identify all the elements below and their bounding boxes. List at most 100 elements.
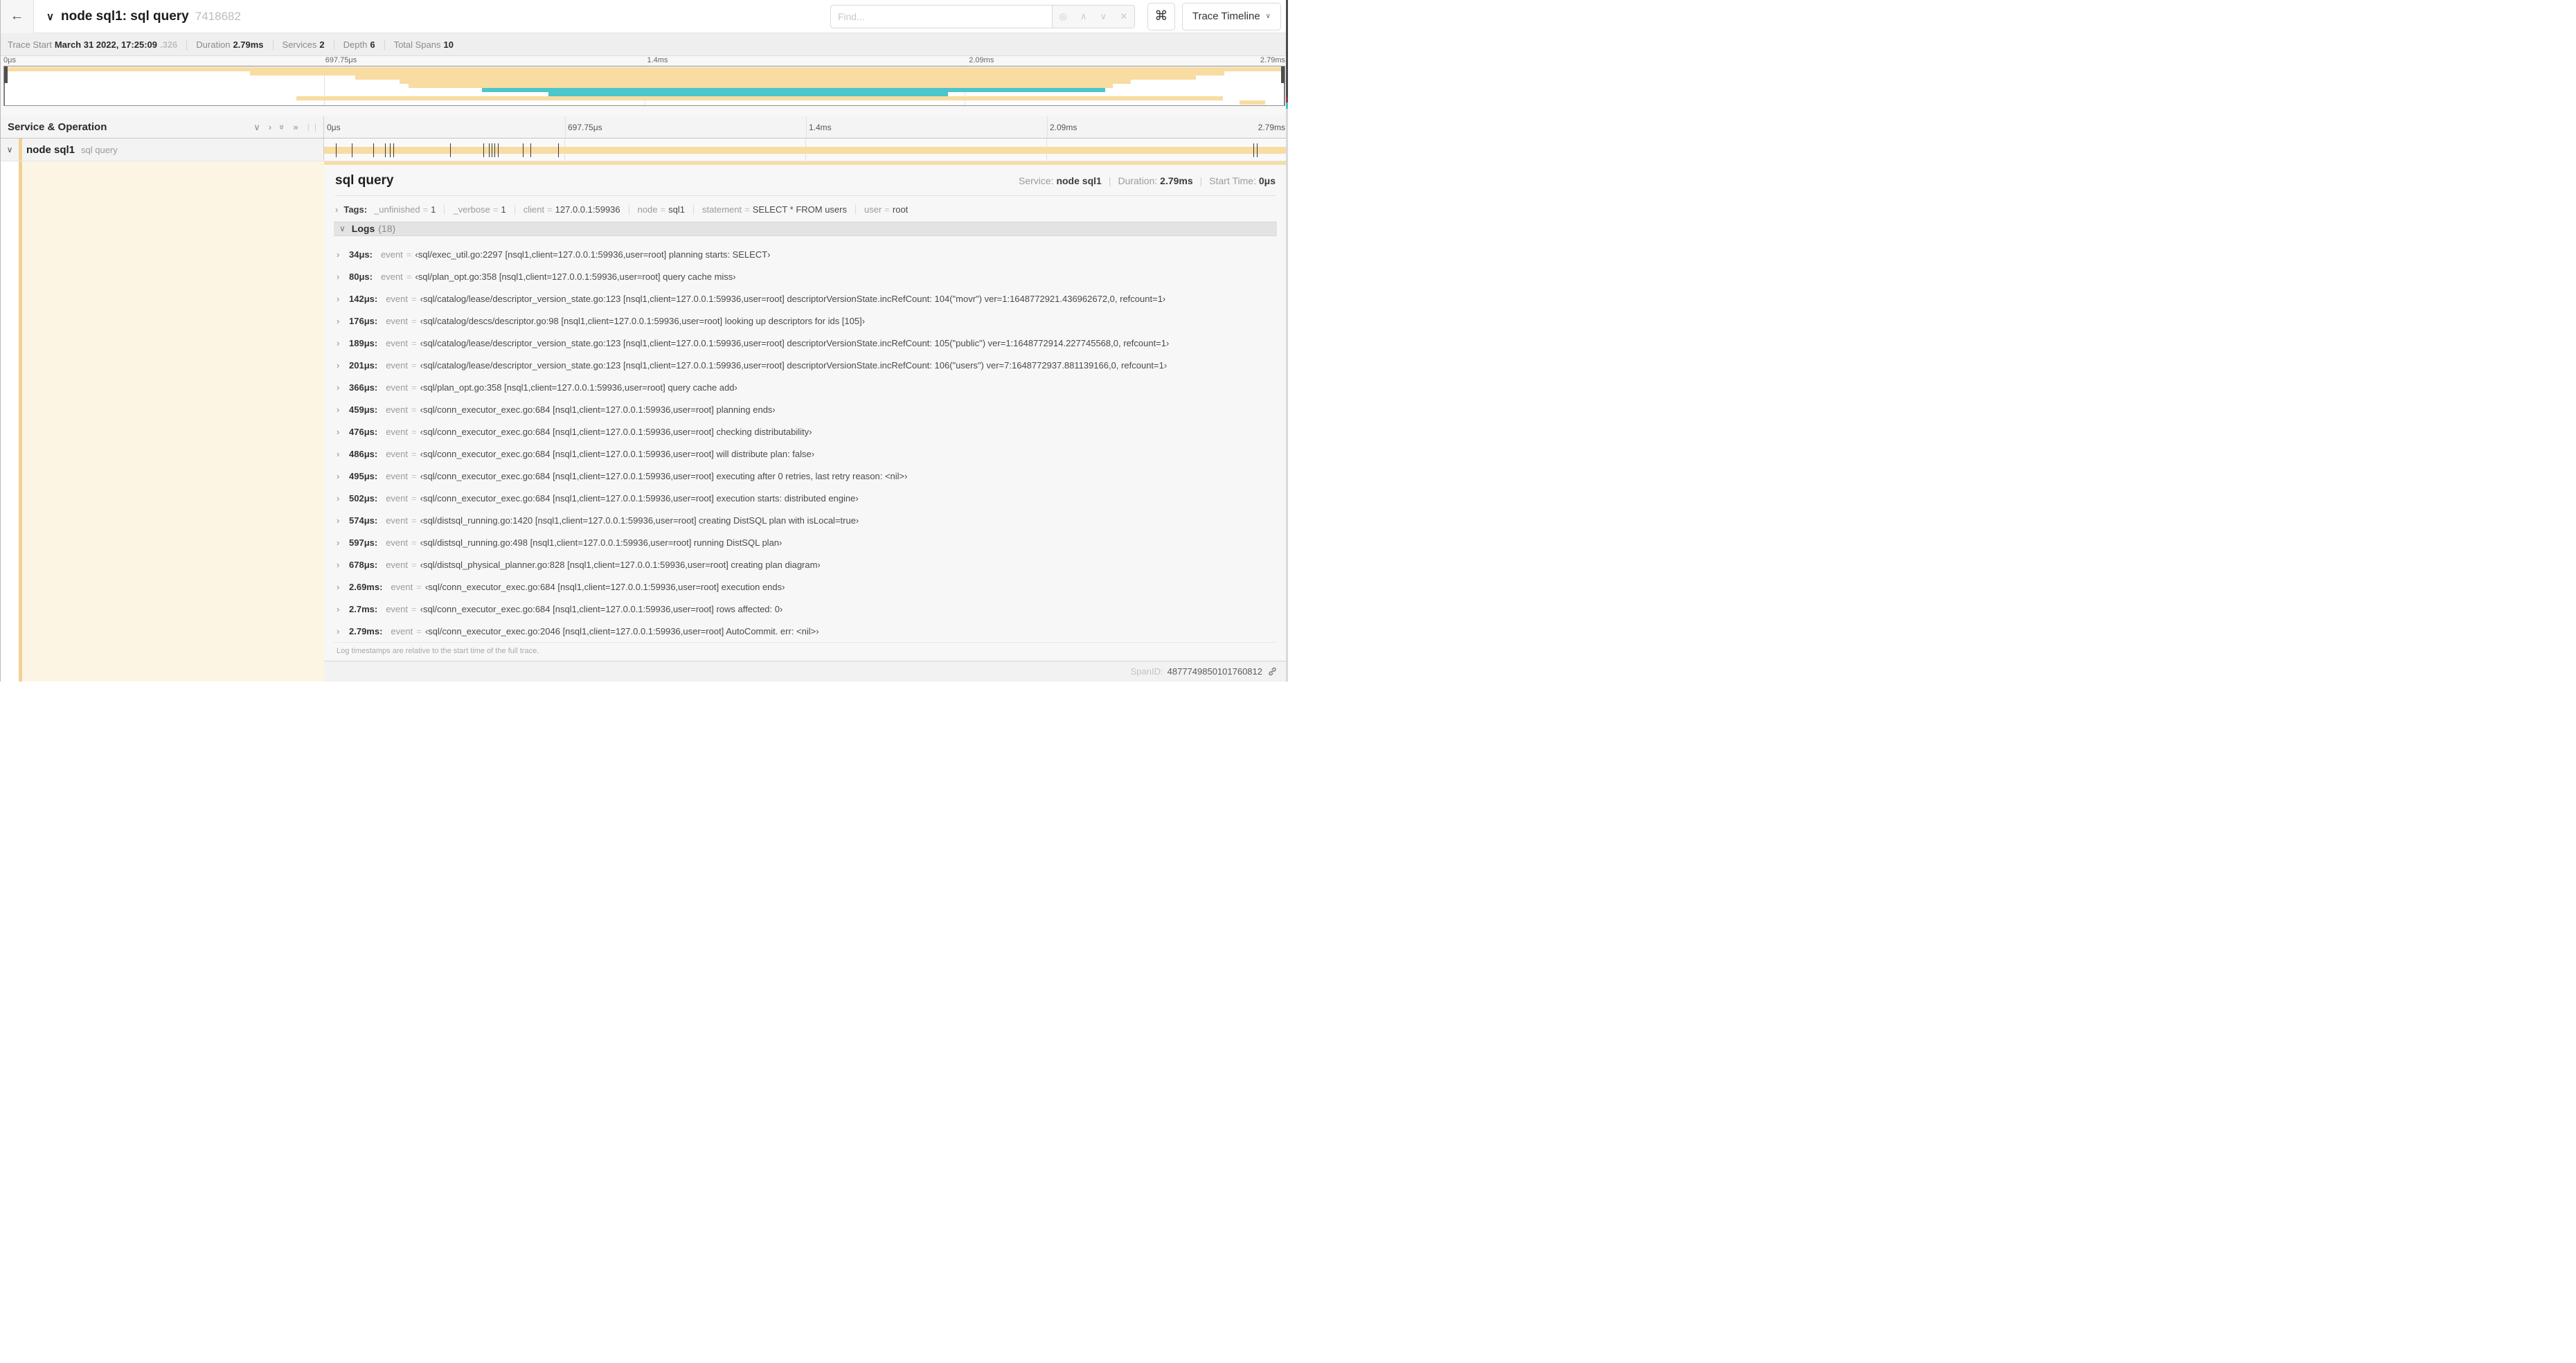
minimap-right-scrubber[interactable]: [1281, 66, 1285, 105]
expand-one-icon[interactable]: ›: [269, 123, 271, 132]
log-field-value: ‹sql/conn_executor_exec.go:684 [nsql1,cl…: [424, 581, 785, 592]
span-color-tint-column: [22, 161, 324, 682]
trace-collapse-chevron-icon[interactable]: ∨: [46, 10, 54, 23]
minimap-wrap: [1, 66, 1288, 107]
log-row[interactable]: › 459μs: event = ‹sql/conn_executor_exec.go:…: [337, 398, 1277, 420]
log-row[interactable]: › 678μs: event = ‹sql/distsql_physical_plann…: [337, 553, 1277, 576]
span-row[interactable]: ∨ node sql1 sql query: [1, 139, 1288, 161]
log-row[interactable]: › 495μs: event = ‹sql/conn_executor_exec.go:…: [337, 465, 1277, 487]
find-input[interactable]: [830, 4, 1052, 28]
log-timestamp: 142μs:: [349, 293, 378, 304]
log-row[interactable]: › 366μs: event = ‹sql/plan_opt.go:358 [nsql1…: [337, 376, 1277, 398]
log-row[interactable]: › 597μs: event = ‹sql/distsql_running.go:498…: [337, 531, 1277, 553]
log-marker-tick[interactable]: [1257, 143, 1258, 157]
trace-id: 7418682: [195, 9, 241, 23]
tag-item: _verbose = 1: [444, 204, 506, 215]
logs-count: (18): [378, 223, 396, 235]
span-detail-panel-wrap: sql query Service: node sql1 | Duration: 2…: [324, 161, 1288, 682]
expand-all-icon[interactable]: »: [293, 123, 298, 132]
collapse-all-icon[interactable]: »: [277, 125, 287, 130]
logs-footnote: Log timestamps are relative to the start…: [334, 642, 1277, 661]
trace-minimap[interactable]: [3, 66, 1285, 106]
window-scrollbar[interactable]: [1286, 0, 1288, 682]
spanid-label: SpanID:: [1130, 666, 1163, 677]
log-field-value: ‹sql/conn_executor_exec.go:684 [nsql1,cl…: [420, 404, 776, 415]
log-marker-tick[interactable]: [335, 143, 337, 157]
gridline: [565, 116, 566, 138]
span-row-name-cell[interactable]: ∨ node sql1 sql query: [1, 139, 324, 161]
log-field-value: ‹sql/distsql_running.go:1420 [nsql1,clie…: [420, 515, 859, 526]
log-marker-tick[interactable]: [373, 143, 374, 157]
log-row[interactable]: › 80μs: event = ‹sql/plan_opt.go:358 [nsql1,…: [337, 265, 1277, 287]
span-row-timeline-cell[interactable]: [324, 139, 1288, 161]
clear-find-icon[interactable]: ✕: [1120, 11, 1127, 22]
log-row[interactable]: › 476μs: event = ‹sql/conn_executor_exec.go:…: [337, 420, 1277, 443]
log-marker-tick[interactable]: [489, 143, 490, 157]
span-duration-bar[interactable]: [324, 147, 1287, 154]
log-marker-tick[interactable]: [393, 143, 395, 157]
operation-name: sql query: [81, 144, 118, 155]
log-marker-tick[interactable]: [558, 143, 560, 157]
log-row[interactable]: › 201μs: event = ‹sql/catalog/lease/descript…: [337, 354, 1277, 376]
locate-icon[interactable]: ◎: [1059, 11, 1066, 22]
span-detail-header: sql query Service: node sql1 | Duration: 2…: [334, 169, 1277, 194]
log-row[interactable]: › 34μs: event = ‹sql/exec_util.go:2297 [nsql…: [337, 243, 1277, 265]
log-marker-tick[interactable]: [450, 143, 451, 157]
log-field-value: ‹sql/catalog/lease/descriptor_version_st…: [420, 293, 1166, 304]
trace-summary-bar: Trace Start March 31 2022, 17:25:09.326 D…: [1, 33, 1288, 56]
keyboard-shortcuts-button[interactable]: ⌘: [1147, 2, 1175, 30]
service-color-stripe: [19, 139, 22, 161]
log-field-value: ‹sql/conn_executor_exec.go:684 [nsql1,cl…: [420, 448, 815, 459]
log-marker-tick[interactable]: [389, 143, 391, 157]
span-detail-row: sql query Service: node sql1 | Duration: 2…: [1, 161, 1288, 682]
chevron-right-icon: ›: [337, 249, 340, 260]
span-operation-title: sql query: [335, 173, 394, 188]
log-field-key: event: [386, 426, 409, 437]
log-marker-tick[interactable]: [494, 143, 496, 157]
ruler-tick-label: 2.09ms: [969, 56, 994, 64]
log-row[interactable]: › 486μs: event = ‹sql/conn_executor_exec.go:…: [337, 443, 1277, 465]
log-field-key: event: [386, 337, 409, 348]
log-timestamp: 366μs:: [349, 382, 378, 393]
log-field-value: ‹sql/exec_util.go:2297 [nsql1,client=127…: [415, 249, 771, 260]
log-timestamp: 201μs:: [349, 359, 378, 371]
log-marker-tick[interactable]: [1253, 143, 1254, 157]
log-timestamp: 2.69ms:: [349, 581, 383, 592]
log-row[interactable]: › 2.7ms: event = ‹sql/conn_executor_exec.go:…: [337, 598, 1277, 620]
log-row[interactable]: › 189μs: event = ‹sql/catalog/lease/descript…: [337, 332, 1277, 354]
log-row[interactable]: › 142μs: event = ‹sql/catalog/lease/descript…: [337, 287, 1277, 310]
link-icon[interactable]: [1268, 667, 1277, 676]
chevron-right-icon: ›: [337, 537, 340, 548]
log-row[interactable]: › 176μs: event = ‹sql/catalog/descs/descript…: [337, 310, 1277, 332]
log-marker-tick[interactable]: [497, 143, 499, 157]
log-field-key: event: [386, 448, 409, 459]
minimap-left-scrubber[interactable]: [4, 66, 8, 105]
log-row[interactable]: › 2.79ms: event = ‹sql/conn_executor_exec.go…: [337, 620, 1277, 642]
back-button[interactable]: ←: [1, 0, 34, 33]
log-marker-tick[interactable]: [530, 143, 531, 157]
log-field-key: event: [386, 293, 409, 304]
log-field-key: event: [386, 315, 409, 326]
prev-match-icon[interactable]: ∧: [1080, 11, 1087, 22]
log-marker-tick[interactable]: [483, 143, 484, 157]
trace-view-select[interactable]: Trace Timeline ∨: [1181, 2, 1281, 30]
log-timestamp: 502μs:: [349, 492, 378, 504]
next-match-icon[interactable]: ∨: [1100, 11, 1107, 22]
log-timestamp: 34μs:: [349, 249, 373, 260]
log-row[interactable]: › 502μs: event = ‹sql/conn_executor_exec.go:…: [337, 487, 1277, 509]
logs-accordion-header[interactable]: ∨ Logs (18): [334, 221, 1277, 236]
log-field-value: ‹sql/conn_executor_exec.go:684 [nsql1,cl…: [420, 470, 908, 481]
log-marker-tick[interactable]: [522, 143, 524, 157]
log-field-key: event: [391, 625, 413, 636]
summary-duration: Duration 2.79ms: [186, 39, 264, 50]
column-resizer-handle[interactable]: ❘❘: [305, 123, 319, 132]
chevron-right-icon: ›: [337, 559, 340, 570]
log-row[interactable]: › 2.69ms: event = ‹sql/conn_executor_exec.go…: [337, 576, 1277, 598]
collapse-one-icon[interactable]: ∨: [253, 123, 260, 132]
chevron-right-icon: ›: [337, 315, 340, 326]
log-field-key: event: [386, 382, 409, 393]
span-collapse-chevron-icon[interactable]: ∨: [1, 145, 19, 154]
log-marker-tick[interactable]: [384, 143, 386, 157]
log-row[interactable]: › 574μs: event = ‹sql/distsql_running.go:142…: [337, 509, 1277, 531]
tags-accordion[interactable]: › Tags: _unfinished = 1 _verbose = 1 client = 12…: [334, 202, 1277, 222]
